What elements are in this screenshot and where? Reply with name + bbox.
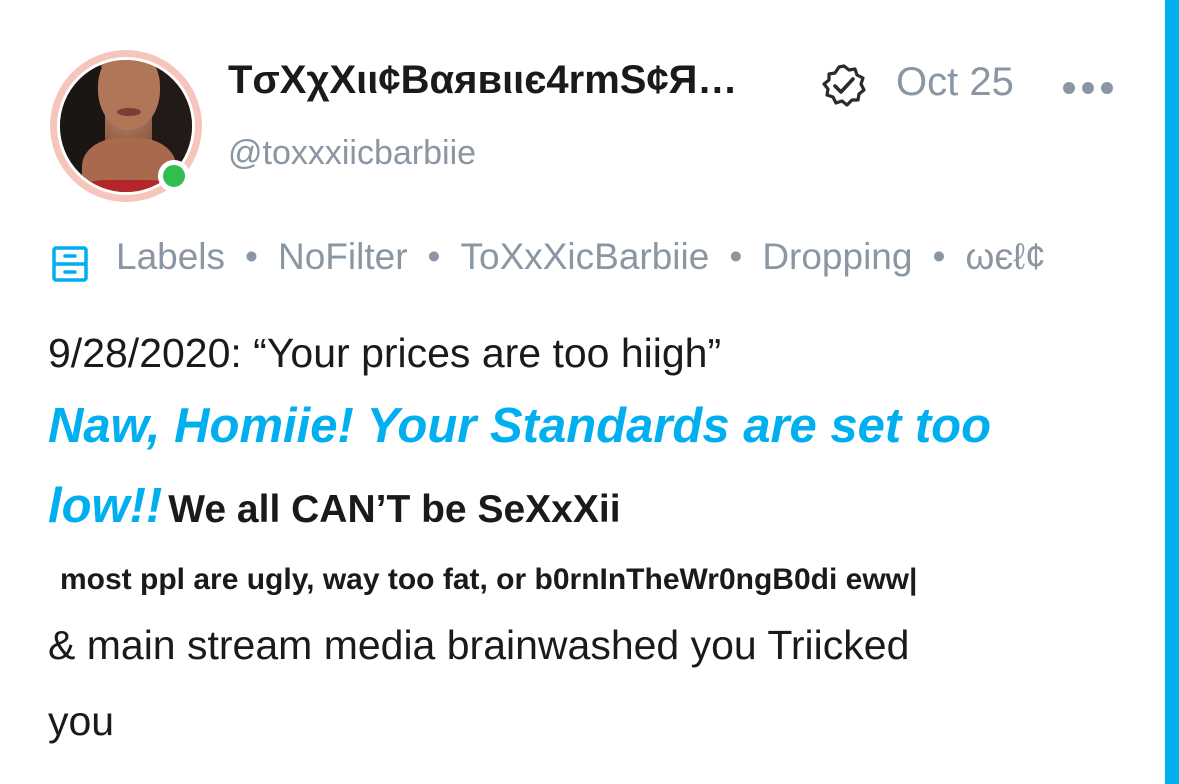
post-text-line: 9/28/2020: “Your prices are too hiigh”: [48, 330, 722, 376]
label-item[interactable]: Labels: [116, 236, 225, 277]
label-separator: •: [427, 236, 441, 277]
label-separator: •: [245, 236, 258, 277]
label-item[interactable]: ToXxXicBarbiie: [461, 236, 710, 277]
labels-row: Labels • NoFilter • ToXxXicBarbiie • Dropping •…: [50, 236, 1162, 284]
post-small-bold-text: most ppl are ugly, way too fat, or b0rnI…: [60, 563, 918, 596]
more-dots-icon[interactable]: [1062, 80, 1114, 96]
post-view: ТσХχХιι¢Вαявιιє4rmЅ¢Я… Oct 25 @toxxxiicb…: [0, 0, 1179, 784]
post-text-line: you: [48, 698, 115, 744]
label-item[interactable]: ωєℓ¢: [965, 236, 1045, 277]
labels-drawer-icon: [52, 246, 88, 282]
verified-check-icon: [822, 64, 866, 107]
label-separator: •: [932, 236, 946, 277]
post-text-line: & main stream media brainwashed you Trii…: [48, 622, 910, 668]
post-date: Oct 25: [896, 60, 1014, 104]
post-bold-text: We all CAN’T be SeXxXii: [168, 488, 621, 531]
labels-list: Labels • NoFilter • ToXxXicBarbiie • Dropping •…: [116, 236, 1046, 278]
online-status-indicator: [158, 160, 190, 192]
label-separator: •: [729, 236, 743, 277]
author-handle[interactable]: @toxxxiicbarbiie: [228, 134, 476, 173]
label-item[interactable]: Dropping: [762, 236, 912, 277]
label-item[interactable]: NoFilter: [278, 236, 408, 277]
scroll-accent-bar: [1165, 0, 1179, 784]
post-highlight-text: low!!: [48, 479, 163, 533]
post-highlight-text: Naw, Homiie! Your Standards are set too: [48, 399, 992, 453]
author-display-name[interactable]: ТσХχХιι¢Вαявιιє4rmЅ¢Я…: [228, 58, 737, 103]
post-text-line: low!! We all CAN’T be SeXxXii: [48, 478, 621, 534]
